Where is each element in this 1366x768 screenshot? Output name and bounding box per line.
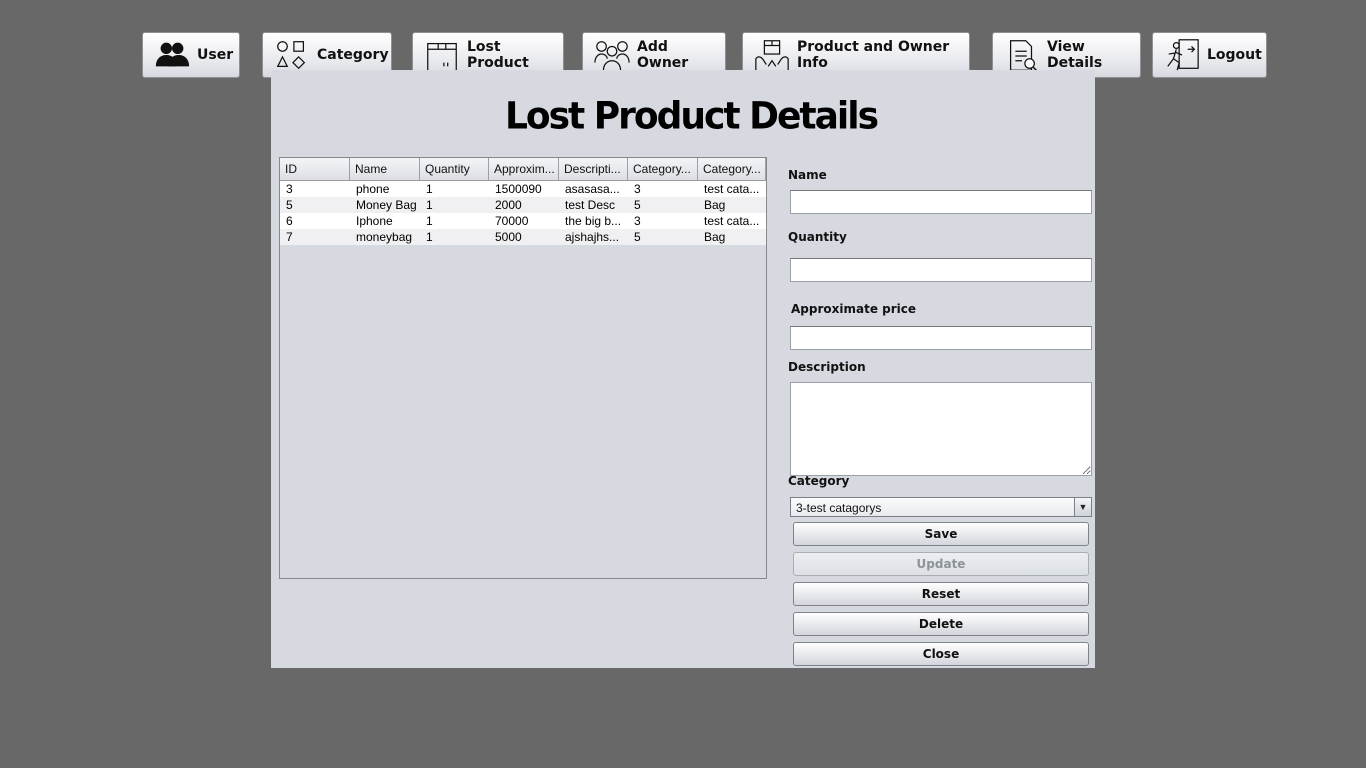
column-header-category-name[interactable]: Category... — [698, 158, 766, 180]
save-button[interactable]: Save — [793, 522, 1089, 546]
table-cell: 1 — [426, 214, 433, 228]
name-field[interactable] — [790, 190, 1092, 214]
chevron-down-icon[interactable]: ▼ — [1074, 498, 1091, 516]
price-label: Approximate price — [791, 302, 917, 316]
table-cell: test cata... — [704, 214, 760, 228]
column-header-price[interactable]: Approxim... — [489, 158, 559, 180]
table-cell: 1 — [426, 182, 433, 196]
table-cell: Iphone — [356, 214, 393, 228]
table-cell: phone — [356, 182, 390, 196]
table-cell: 2000 — [495, 198, 522, 212]
main-panel: Lost Product Details ID Name Quantity Ap… — [271, 70, 1095, 668]
close-button[interactable]: Close — [793, 642, 1089, 666]
quantity-label: Quantity — [788, 230, 847, 244]
document-search-icon — [1003, 36, 1041, 74]
nav-user-button[interactable]: User — [142, 32, 240, 78]
table-cell: asasasa... — [565, 182, 620, 196]
nav-add-owner-label: Add Owner — [637, 39, 689, 71]
page-title: Lost Product Details — [504, 94, 879, 139]
table-cell: 3 — [634, 214, 641, 228]
table-row[interactable]: 3 phone 1 1500090 asasasa... 3 test cata… — [280, 181, 766, 197]
name-label: Name — [788, 168, 827, 182]
shapes-icon — [273, 36, 311, 74]
table-cell: 70000 — [495, 214, 529, 228]
table-cell: 7 — [286, 230, 293, 244]
price-field[interactable] — [790, 326, 1092, 350]
nav-category-label: Category — [317, 47, 389, 63]
nav-logout-label: Logout — [1207, 47, 1262, 63]
column-header-id[interactable]: ID — [280, 158, 350, 180]
exit-icon — [1163, 36, 1201, 74]
column-header-category-id[interactable]: Category... — [628, 158, 698, 180]
nav-lost-product-label: Lost Product — [467, 39, 529, 71]
table-cell: 3 — [634, 182, 641, 196]
people-group-icon — [593, 36, 631, 74]
table-cell: ajshajhs... — [565, 230, 620, 244]
table-cell: test Desc — [565, 198, 616, 212]
category-label: Category — [788, 474, 850, 488]
category-selected-value: 3-test catagorys — [796, 501, 882, 515]
box-icon — [423, 36, 461, 74]
column-header-quantity[interactable]: Quantity — [420, 158, 489, 180]
table-cell: Bag — [704, 230, 726, 244]
quantity-field[interactable] — [790, 258, 1092, 282]
lost-products-table[interactable]: ID Name Quantity Approxim... Descripti..… — [279, 157, 767, 579]
table-header: ID Name Quantity Approxim... Descripti..… — [280, 158, 766, 181]
table-cell: 5 — [286, 198, 293, 212]
table-cell: 5 — [634, 230, 641, 244]
table-cell: test cata... — [704, 182, 760, 196]
table-row[interactable]: 7 moneybag 1 5000 ajshajhs... 5 Bag — [280, 229, 766, 245]
column-header-description[interactable]: Descripti... — [559, 158, 628, 180]
nav-view-details-label: View Details — [1047, 39, 1103, 71]
table-row[interactable]: 6 Iphone 1 70000 the big b... 3 test cat… — [280, 213, 766, 229]
nav-product-owner-info-label: Product and Owner Info — [797, 39, 950, 71]
table-cell: moneybag — [356, 230, 413, 244]
delete-button[interactable]: Delete — [793, 612, 1089, 636]
description-label: Description — [788, 360, 866, 374]
nav-logout-button[interactable]: Logout — [1152, 32, 1267, 78]
table-cell: 1 — [426, 230, 433, 244]
update-button[interactable]: Update — [793, 552, 1089, 576]
table-cell: 5 — [634, 198, 641, 212]
nav-user-label: User — [197, 47, 234, 63]
table-cell: 1500090 — [495, 182, 542, 196]
table-cell: the big b... — [565, 214, 622, 228]
category-select[interactable]: 3-test catagorys ▼ — [790, 497, 1092, 517]
reset-button[interactable]: Reset — [793, 582, 1089, 606]
table-cell: 5000 — [495, 230, 522, 244]
table-cell: 6 — [286, 214, 293, 228]
table-cell: Money Bag — [356, 198, 417, 212]
description-field[interactable] — [790, 382, 1092, 476]
table-row[interactable]: 5 Money Bag 1 2000 test Desc 5 Bag — [280, 197, 766, 213]
table-cell: Bag — [704, 198, 726, 212]
table-cell: 1 — [426, 198, 433, 212]
column-header-name[interactable]: Name — [350, 158, 420, 180]
hand-box-icon — [753, 36, 791, 74]
users-icon — [153, 36, 191, 74]
table-cell: 3 — [286, 182, 293, 196]
